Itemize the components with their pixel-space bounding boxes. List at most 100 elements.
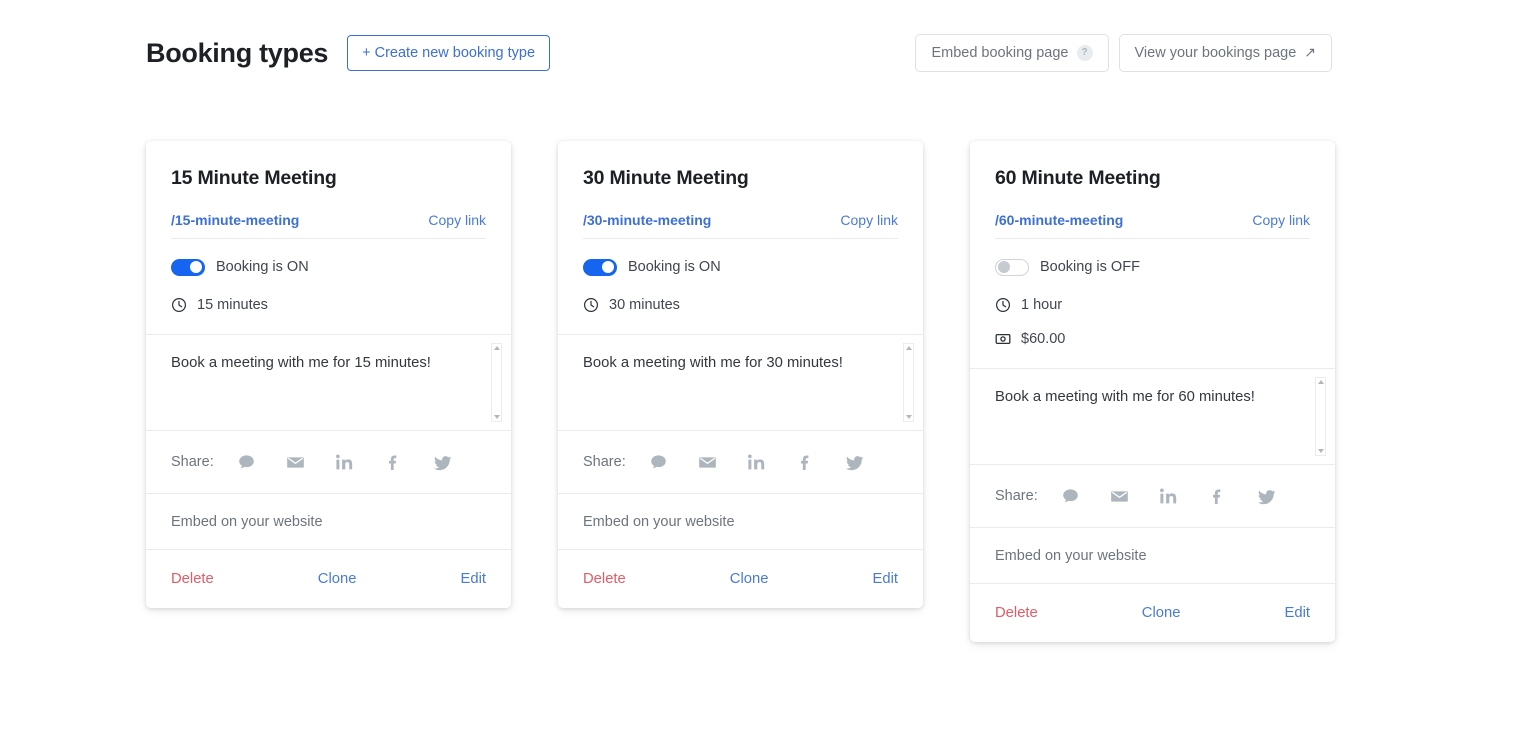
linkedin-icon[interactable] (747, 453, 766, 472)
linkedin-icon[interactable] (1159, 487, 1178, 506)
description-textarea[interactable]: Book a meeting with me for 30 minutes! (558, 334, 923, 432)
clone-button[interactable]: Clone (1142, 605, 1181, 621)
booking-slug-link[interactable]: /60-minute-meeting (995, 212, 1123, 228)
header-actions: Embed booking page ? View your bookings … (915, 34, 1332, 72)
booking-slug-link[interactable]: /15-minute-meeting (171, 212, 299, 228)
booking-type-card: 60 Minute Meeting /60-minute-meeting Cop… (970, 141, 1335, 643)
money-icon (995, 334, 1011, 345)
duration-text: 15 minutes (197, 297, 268, 314)
clock-icon (995, 298, 1011, 313)
booking-toggle-label: Booking is ON (628, 259, 721, 276)
share-label: Share: (583, 454, 626, 471)
share-label: Share: (171, 454, 214, 471)
description-textarea[interactable]: Book a meeting with me for 60 minutes! (970, 368, 1335, 466)
sms-icon[interactable] (237, 453, 256, 472)
copy-link-button[interactable]: Copy link (1252, 212, 1310, 228)
card-actions: Delete Clone Edit (970, 584, 1335, 642)
booking-toggle[interactable] (171, 258, 205, 276)
duration-row: 30 minutes (583, 297, 898, 313)
scroll-up-icon[interactable] (493, 346, 500, 351)
clock-icon (583, 298, 599, 313)
booking-toggle[interactable] (995, 258, 1029, 276)
toggle-knob (998, 261, 1010, 274)
help-icon[interactable]: ? (1076, 45, 1093, 61)
card-title: 15 Minute Meeting (171, 167, 337, 189)
card-header: 60 Minute Meeting /60-minute-meeting Cop… (970, 141, 1335, 240)
slug-row: /15-minute-meeting Copy link (171, 212, 486, 240)
edit-button[interactable]: Edit (460, 571, 486, 587)
embed-on-website-label: Embed on your website (171, 513, 323, 530)
description-scrollbar[interactable] (491, 343, 502, 423)
booking-type-card: 15 Minute Meeting /15-minute-meeting Cop… (146, 141, 511, 609)
clock-icon (171, 298, 187, 313)
description-textarea[interactable]: Book a meeting with me for 15 minutes! (146, 334, 511, 432)
card-meta: Booking is ON 30 minutes (558, 239, 923, 313)
sms-icon[interactable] (1061, 487, 1080, 506)
scroll-down-icon[interactable] (493, 415, 500, 420)
edit-button[interactable]: Edit (1284, 605, 1310, 621)
view-bookings-page-button[interactable]: View your bookings page ↗ (1118, 34, 1332, 72)
toggle-knob (190, 261, 202, 274)
delete-button[interactable]: Delete (995, 605, 1038, 621)
scroll-up-icon[interactable] (905, 346, 912, 351)
description-scrollbar[interactable] (1315, 377, 1326, 457)
toggle-knob (602, 261, 614, 274)
linkedin-icon[interactable] (335, 453, 354, 472)
card-title: 30 Minute Meeting (583, 167, 749, 189)
twitter-icon[interactable] (1257, 487, 1276, 506)
clone-button[interactable]: Clone (318, 571, 357, 587)
description-text: Book a meeting with me for 60 minutes! (995, 389, 1255, 406)
card-actions: Delete Clone Edit (558, 550, 923, 608)
card-meta: Booking is OFF 1 hour $60.00 (970, 239, 1335, 347)
edit-button[interactable]: Edit (872, 571, 898, 587)
share-row: Share: (558, 431, 923, 495)
embed-on-website-row[interactable]: Embed on your website (146, 494, 511, 551)
page-title: Booking types (146, 37, 329, 68)
twitter-icon[interactable] (433, 453, 452, 472)
create-new-booking-type-button[interactable]: + Create new booking type (347, 35, 551, 71)
embed-on-website-label: Embed on your website (583, 513, 735, 530)
copy-link-button[interactable]: Copy link (428, 212, 486, 228)
share-icon-group (649, 453, 864, 472)
share-label: Share: (995, 488, 1038, 505)
delete-button[interactable]: Delete (171, 571, 214, 587)
external-link-icon: ↗ (1304, 44, 1316, 60)
booking-toggle-label: Booking is OFF (1040, 259, 1140, 276)
booking-slug-link[interactable]: /30-minute-meeting (583, 212, 711, 228)
facebook-icon[interactable] (1208, 487, 1227, 506)
card-title: 60 Minute Meeting (995, 167, 1161, 189)
sms-icon[interactable] (649, 453, 668, 472)
booking-toggle-label: Booking is ON (216, 259, 309, 276)
clone-button[interactable]: Clone (730, 571, 769, 587)
share-icon-group (237, 453, 452, 472)
booking-toggle[interactable] (583, 258, 617, 276)
share-row: Share: (970, 465, 1335, 529)
facebook-icon[interactable] (384, 453, 403, 472)
scroll-down-icon[interactable] (905, 415, 912, 420)
embed-booking-page-button[interactable]: Embed booking page ? (915, 34, 1109, 72)
card-meta: Booking is ON 15 minutes (146, 239, 511, 313)
email-icon[interactable] (286, 453, 305, 472)
facebook-icon[interactable] (796, 453, 815, 472)
copy-link-button[interactable]: Copy link (840, 212, 898, 228)
duration-row: 15 minutes (171, 297, 486, 313)
embed-on-website-label: Embed on your website (995, 547, 1147, 564)
scroll-up-icon[interactable] (1317, 380, 1324, 385)
duration-text: 30 minutes (609, 297, 680, 314)
delete-button[interactable]: Delete (583, 571, 626, 587)
scroll-down-icon[interactable] (1317, 449, 1324, 454)
email-icon[interactable] (1110, 487, 1129, 506)
embed-on-website-row[interactable]: Embed on your website (558, 494, 923, 551)
booking-toggle-row: Booking is ON (171, 255, 486, 279)
embed-on-website-row[interactable]: Embed on your website (970, 528, 1335, 585)
email-icon[interactable] (698, 453, 717, 472)
embed-booking-page-label: Embed booking page (931, 45, 1069, 61)
description-text: Book a meeting with me for 30 minutes! (583, 355, 843, 372)
card-header: 30 Minute Meeting /30-minute-meeting Cop… (558, 141, 923, 240)
booking-toggle-row: Booking is ON (583, 255, 898, 279)
description-scrollbar[interactable] (903, 343, 914, 423)
view-bookings-page-label: View your bookings page (1134, 45, 1297, 61)
price-text: $60.00 (1021, 331, 1066, 348)
twitter-icon[interactable] (845, 453, 864, 472)
booking-toggle-row: Booking is OFF (995, 255, 1310, 279)
